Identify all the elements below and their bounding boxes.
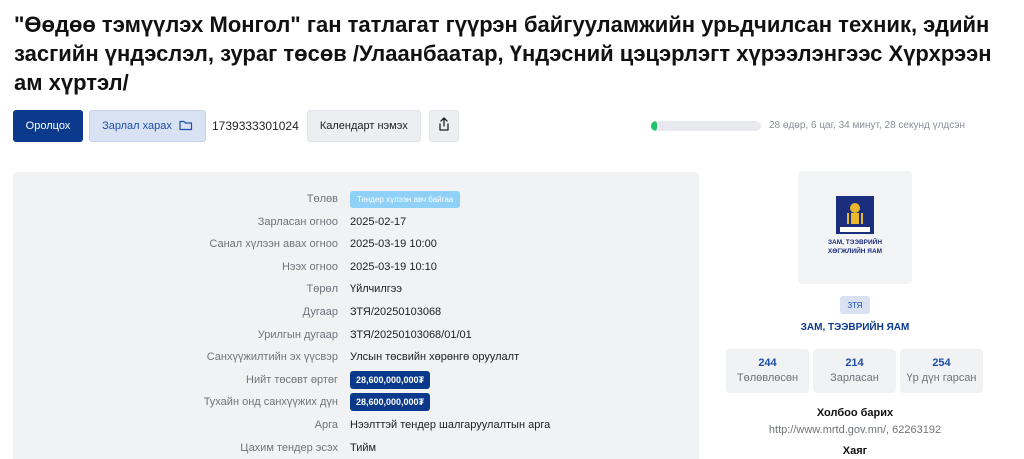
stat-results-label: Үр дүн гарсан (906, 372, 977, 384)
organization-logo-text: ЗАМ, ТЭЭВРИЙН ХӨГЖЛИЙН ЯАМ (798, 238, 912, 256)
stat-announced-value: 214 (845, 357, 864, 369)
logo-line-1: ЗАМ, ТЭЭВРИЙН (827, 239, 883, 246)
countdown-text: 28 өдөр, 6 цаг, 34 минут, 28 секунд үлдс… (769, 120, 965, 131)
logo-line-2: ХӨГЖЛИЙН ЯАМ (827, 248, 883, 255)
organization-name[interactable]: ЗАМ, ТЭЭВРИЙН ЯАМ (760, 322, 950, 333)
view-announcement-label: Зарлал харах (102, 120, 172, 132)
status-badge: Тендер хүлээн авч байгаа (350, 190, 461, 208)
detail-label: Урилгын дугаар (257, 328, 338, 341)
detail-label: Дугаар (302, 306, 338, 318)
organization-abbreviation-badge[interactable]: ЗТЯ (840, 296, 870, 314)
detail-label: Нээх огноо (281, 260, 338, 273)
participate-button[interactable]: Оролцох (13, 110, 83, 142)
detail-label: Тухайн онд санхүүжих дүн (203, 396, 338, 409)
detail-label: Төлөв (306, 193, 338, 205)
detail-value: 2025-03-19 10:10 (350, 260, 437, 273)
detail-value: 2025-03-19 10:00 (350, 238, 437, 251)
detail-value: Тийм (350, 441, 377, 454)
detail-label: Цахим тендер эсэх (240, 441, 338, 454)
stat-announced: 214 Зарласан (813, 349, 896, 393)
detail-label: Санхүүжилтийн эх үүсвэр (206, 351, 338, 364)
detail-label: Санал хүлээн авах огноо (209, 238, 338, 251)
detail-row: Нийт төсөвт өртөг 28,600,000,000₮ (13, 369, 699, 391)
detail-value: Улсын төсвийн хөрөнгө оруулалт (350, 351, 520, 364)
stat-announced-label: Зарласан (830, 372, 879, 384)
detail-row: Арга Нээлттэй тендер шалгаруулалтын арга (13, 414, 699, 436)
tender-title: "Өөдөө тэмүүлэх Монгол" ган татлагат гүү… (14, 12, 992, 95)
participate-label: Оролцох (25, 120, 71, 132)
amount-badge: 28,600,000,000₮ (350, 370, 431, 389)
share-button[interactable] (428, 110, 459, 142)
stat-results-value: 254 (932, 357, 951, 369)
countdown-progress-bar (651, 121, 761, 131)
view-announcement-button[interactable]: Зарлал харах (89, 110, 206, 142)
detail-value: 2025-02-17 (350, 215, 407, 228)
stat-results: 254 Үр дүн гарсан (900, 349, 983, 393)
amount-badge: 28,600,000,000₮ (350, 393, 431, 412)
tender-details-panel: Төлөв Тендер хүлээн авч байгаа Зарласан ог… (13, 172, 699, 459)
action-bar: Оролцох Зарлал харах 1739333301024 Кален… (13, 110, 459, 142)
folder-icon (179, 119, 193, 134)
detail-row: Цахим тендер эсэх Тийм (13, 437, 699, 459)
detail-row: Санал хүлээн авах огноо 2025-03-19 10:00 (13, 233, 699, 255)
detail-row: Санхүүжилтийн эх үүсвэр Улсын төсвийн хөр… (13, 346, 699, 368)
detail-row: Төлөв Тендер хүлээн авч байгаа (13, 188, 699, 210)
detail-row: Урилгын дугаар ЗТЯ/20250103068/01/01 (13, 324, 699, 346)
detail-label: Арга (314, 419, 338, 431)
contact-value[interactable]: http://www.mrtd.gov.mn/, 62263192 (740, 424, 970, 436)
detail-label: Нийт төсөвт өртөг (246, 373, 338, 386)
detail-row: Төрөл Үйлчилгээ (13, 278, 699, 300)
stat-planned-label: Төлөвлөсөн (736, 372, 799, 384)
detail-value: Нээлттэй тендер шалгаруулалтын арга (350, 419, 551, 431)
stat-planned-value: 244 (758, 357, 777, 369)
detail-value: ЗТЯ/20250103068/01/01 (350, 328, 472, 341)
detail-label: Төрөл (306, 283, 339, 296)
detail-row: Тухайн онд санхүүжих дүн 28,600,000,000₮ (13, 391, 699, 413)
emblem-icon (836, 196, 874, 234)
detail-row: Нээх огноо 2025-03-19 10:10 (13, 256, 699, 278)
add-to-calendar-button[interactable]: Календарт нэмэх (306, 110, 421, 142)
detail-row: Зарласан огноо 2025-02-17 (13, 211, 699, 233)
detail-row: Дугаар ЗТЯ/20250103068 (13, 301, 699, 323)
detail-value: Үйлчилгээ (350, 283, 402, 296)
tender-id: 1739333301024 (212, 119, 299, 133)
address-heading: Хаяг (842, 445, 868, 457)
countdown-progress-fill (651, 121, 657, 131)
share-icon (438, 116, 450, 136)
organization-logo: ЗАМ, ТЭЭВРИЙН ХӨГЖЛИЙН ЯАМ (798, 171, 912, 284)
detail-label: Зарласан огноо (257, 215, 338, 228)
detail-value: ЗТЯ/20250103068 (350, 306, 442, 318)
add-to-calendar-label: Календарт нэмэх (319, 120, 408, 132)
contact-heading: Холбоо барих (816, 407, 894, 419)
stat-planned: 244 Төлөвлөсөн (726, 349, 809, 393)
